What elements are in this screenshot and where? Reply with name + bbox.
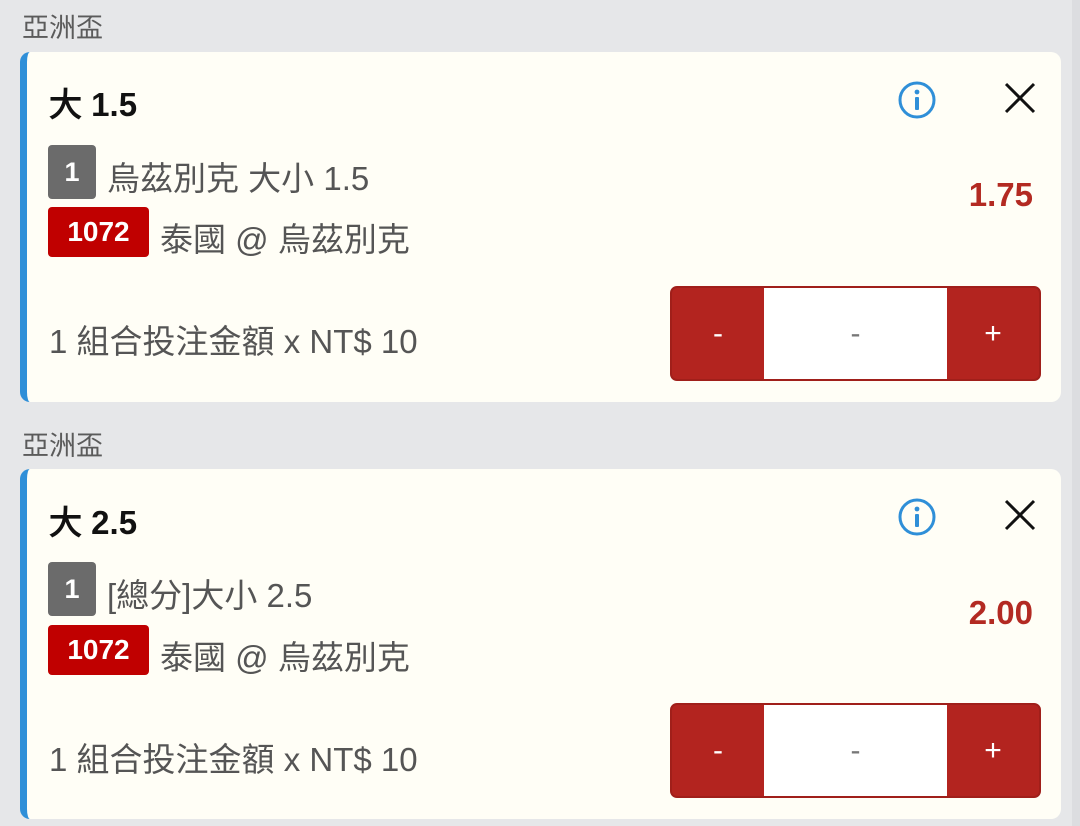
odds-value: 2.00	[968, 594, 1033, 631]
match-id-badge: 1072	[48, 625, 149, 675]
bet-slip-card: 大 2.5 1 [總分]大小 2.5 1072 泰國 @ 烏茲別克 2.00 1…	[20, 469, 1061, 819]
bet-slip-card: 大 1.5 1 烏茲別克 大小 1.5 1072 泰國 @ 烏茲別克 1.75 …	[20, 52, 1061, 402]
leg-number-badge: 1	[48, 562, 96, 616]
scrollbar[interactable]	[1072, 0, 1080, 826]
info-icon[interactable]	[897, 497, 937, 537]
stake-summary: 1 組合投注金額 x NT$ 10	[49, 323, 418, 360]
section-label: 亞洲盃	[22, 13, 103, 43]
stake-input[interactable]	[764, 288, 947, 379]
stake-input[interactable]	[764, 705, 947, 796]
decrement-button[interactable]: -	[672, 288, 764, 379]
market-label: [總分]大小 2.5	[107, 577, 313, 614]
increment-button[interactable]: +	[947, 705, 1039, 796]
stake-stepper: - +	[670, 703, 1041, 798]
decrement-button[interactable]: -	[672, 705, 764, 796]
stake-summary: 1 組合投注金額 x NT$ 10	[49, 741, 418, 778]
match-label: 泰國 @ 烏茲別克	[160, 639, 410, 676]
odds-value: 1.75	[968, 176, 1033, 213]
selection-title: 大 1.5	[49, 86, 138, 123]
market-label: 烏茲別克 大小 1.5	[107, 160, 370, 197]
increment-button[interactable]: +	[947, 288, 1039, 379]
info-icon[interactable]	[897, 80, 937, 120]
stake-stepper: - +	[670, 286, 1041, 381]
leg-number-badge: 1	[48, 145, 96, 199]
section-label: 亞洲盃	[22, 431, 103, 461]
close-icon[interactable]	[1002, 497, 1038, 533]
close-icon[interactable]	[1002, 80, 1038, 116]
match-label: 泰國 @ 烏茲別克	[160, 221, 410, 258]
match-id-badge: 1072	[48, 207, 149, 257]
selection-title: 大 2.5	[49, 504, 138, 541]
